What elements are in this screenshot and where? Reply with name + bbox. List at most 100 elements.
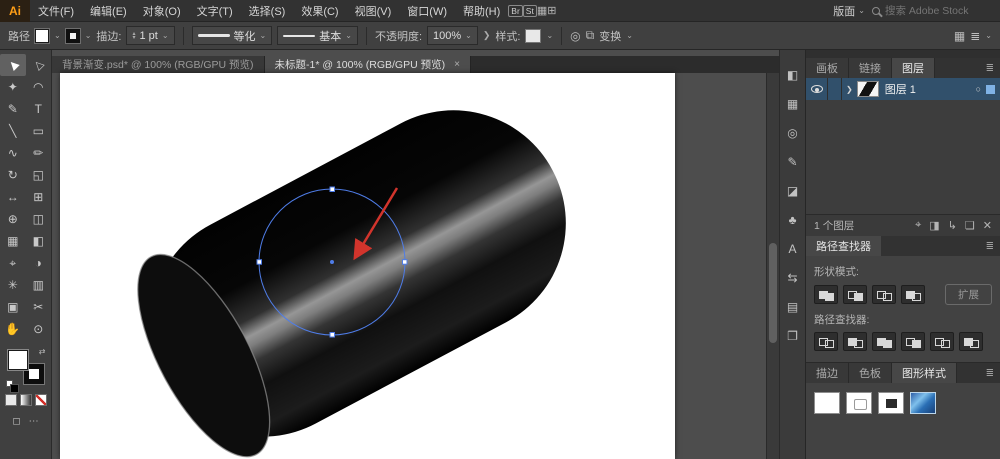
tab-artboards[interactable]: 画板 (806, 58, 849, 78)
panel-menu-icon[interactable]: ≣ (980, 363, 1000, 383)
trim-button[interactable] (843, 332, 867, 351)
unite-button[interactable] (814, 285, 838, 304)
stepper-down-icon[interactable]: ▾ (132, 35, 135, 41)
paintbrush-tool[interactable]: ∿ (0, 142, 26, 164)
target-circle-icon[interactable]: ○ (976, 84, 981, 94)
chevron-down-icon[interactable]: ⌄ (162, 31, 169, 40)
artboard[interactable] (60, 73, 675, 459)
panel-menu-icon[interactable]: ≣ (980, 236, 1000, 256)
menu-effect[interactable]: 效果(C) (293, 3, 346, 19)
tab-stroke[interactable]: 描边 (806, 363, 849, 383)
pencil-tool[interactable]: ✏ (26, 142, 52, 164)
menu-type[interactable]: 文字(T) (189, 3, 241, 19)
workspace-grid-icon[interactable]: ⊞ (547, 4, 556, 17)
visibility-toggle[interactable] (806, 78, 828, 100)
pen-tool[interactable]: ✎ (0, 98, 26, 120)
free-transform-tool[interactable]: ⊞ (26, 186, 52, 208)
transform-label[interactable]: 变换 (599, 28, 621, 44)
menu-file[interactable]: 文件(F) (30, 3, 82, 19)
new-layer-button[interactable]: ❏ (965, 219, 975, 232)
lock-toggle[interactable] (828, 78, 842, 100)
merge-button[interactable] (872, 332, 896, 351)
rotate-tool[interactable]: ↻ (0, 164, 26, 186)
bridge-badge[interactable]: Br (508, 4, 523, 17)
gradient-mode-button[interactable] (19, 394, 32, 406)
fill-color-swatch[interactable] (35, 28, 49, 43)
style-swatch[interactable] (525, 28, 542, 43)
minus-front-button[interactable] (843, 285, 867, 304)
selection-tool[interactable]: ▶ (0, 54, 26, 76)
exclude-button[interactable] (901, 285, 925, 304)
adobe-stock-search-input[interactable] (885, 4, 990, 17)
panel-menu-icon[interactable]: ≣ (970, 29, 980, 43)
divide-button[interactable] (814, 332, 838, 351)
column-graph-tool[interactable]: ▥ (26, 274, 52, 296)
stock-badge[interactable]: St (522, 4, 537, 17)
screen-mode-button[interactable]: ◻ (12, 416, 20, 427)
chevron-down-icon[interactable]: ⌄ (985, 31, 992, 40)
anchor-point-bottom[interactable] (329, 332, 335, 338)
delete-layer-button[interactable]: ✕ (983, 219, 992, 232)
shape-builder-tool[interactable]: ⊕ (0, 208, 26, 230)
layer-name[interactable]: 图层 1 (885, 81, 976, 97)
swatches-panel-icon[interactable]: ▦ (784, 95, 802, 113)
color-mode-button[interactable] (4, 394, 17, 406)
workspace-switcher[interactable]: 版面 ⌄ (833, 3, 865, 19)
line-segment-tool[interactable]: ╲ (0, 120, 26, 142)
intersect-button[interactable] (872, 285, 896, 304)
color-guide-panel-icon[interactable]: ◎ (784, 124, 802, 142)
color-panel-icon[interactable]: ◧ (784, 66, 802, 84)
locate-object-button[interactable]: ⌖ (915, 219, 921, 232)
width-profile-dropdown[interactable]: 等化 ⌄ (191, 26, 273, 45)
menu-window[interactable]: 窗口(W) (399, 3, 455, 19)
symbols-panel-icon[interactable]: ♣ (784, 211, 802, 229)
opacity-field[interactable]: 100% ⌄ (427, 26, 478, 45)
gradient-panel-icon[interactable]: ◪ (784, 182, 802, 200)
panel-menu-icon[interactable]: ≣ (980, 58, 1000, 78)
fill-chevron-icon[interactable]: ⌄ (54, 31, 61, 40)
brushes-panel-icon[interactable]: ✎ (784, 153, 802, 171)
edit-toolbar-icon[interactable]: ⋯ (29, 416, 39, 427)
arrange-documents-icon[interactable]: ▦ (954, 29, 965, 43)
align-icon[interactable]: ⧉ (586, 28, 595, 43)
swap-fill-stroke-icon[interactable]: ⇄ (39, 347, 46, 356)
outline-button[interactable] (930, 332, 954, 351)
graphic-style-2[interactable] (846, 392, 872, 414)
graphic-style-3[interactable] (878, 392, 904, 414)
artboard-tool[interactable]: ▣ (0, 296, 26, 318)
direct-selection-tool[interactable]: ▷ (26, 54, 52, 76)
expand-button[interactable]: 扩展 (945, 284, 992, 305)
arrange-documents-icon[interactable]: ▦ (537, 4, 547, 17)
lasso-tool[interactable]: ◠ (26, 76, 52, 98)
chevron-down-icon[interactable]: ⌄ (465, 31, 472, 40)
tab-swatches[interactable]: 色板 (849, 363, 892, 383)
width-tool[interactable]: ↔ (0, 186, 26, 208)
tab-pathfinder[interactable]: 路径查找器 (806, 236, 881, 256)
style-chevron-icon[interactable]: ⌄ (546, 31, 553, 40)
vertical-scrollbar[interactable] (766, 73, 779, 459)
stroke-weight-stepper[interactable]: ▴ ▾ (132, 31, 135, 41)
shape-properties-icon[interactable]: ◎ (570, 29, 580, 43)
selection-color-indicator[interactable] (986, 84, 995, 94)
menu-object[interactable]: 对象(O) (135, 3, 189, 19)
tab-links[interactable]: 链接 (849, 58, 892, 78)
layer-row[interactable]: ❯ 图层 1 ○ (806, 78, 1000, 100)
character-panel-icon[interactable]: A (784, 240, 802, 258)
libraries-panel-icon[interactable]: ❐ (784, 327, 802, 345)
type-tool[interactable]: T (26, 98, 52, 120)
graphic-style-water[interactable] (910, 392, 936, 414)
brush-definition-dropdown[interactable]: 基本 ⌄ (277, 26, 358, 45)
minus-back-button[interactable] (959, 332, 983, 351)
graphic-style-default[interactable] (814, 392, 840, 414)
opacity-panel-chevron-icon[interactable]: ❯ (483, 30, 491, 41)
eyedropper-tool[interactable]: ⌖ (0, 252, 26, 274)
mesh-tool[interactable]: ▦ (0, 230, 26, 252)
slice-tool[interactable]: ✂ (26, 296, 52, 318)
chevron-down-icon[interactable]: ⌄ (626, 31, 633, 40)
anchor-point-left[interactable] (256, 259, 262, 265)
tab-layers[interactable]: 图层 (892, 58, 935, 78)
symbol-sprayer-tool[interactable]: ✳ (0, 274, 26, 296)
perspective-grid-tool[interactable]: ◫ (26, 208, 52, 230)
menu-help[interactable]: 帮助(H) (455, 3, 508, 19)
tab-graphic-styles[interactable]: 图形样式 (892, 363, 957, 383)
